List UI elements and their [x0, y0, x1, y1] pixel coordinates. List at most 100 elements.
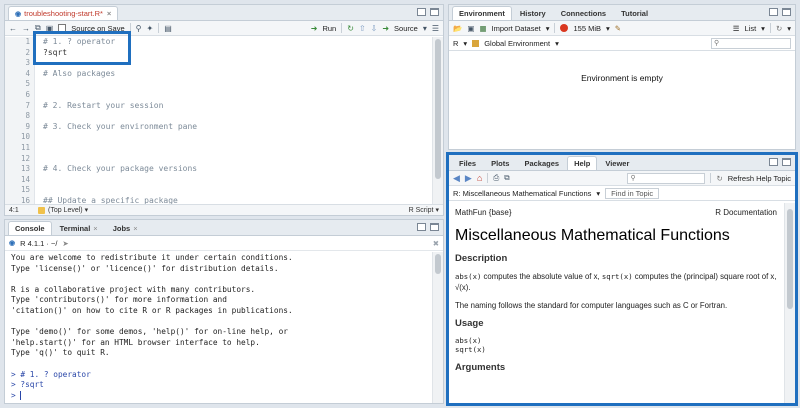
help-topic-selector[interactable]: R: Miscellaneous Mathematical Functions [453, 189, 591, 198]
code-line[interactable] [43, 90, 429, 101]
magic-wand-icon[interactable]: ✦ [147, 24, 154, 33]
close-icon[interactable]: × [93, 224, 97, 233]
chevron-down-icon[interactable]: ▾ [423, 24, 427, 33]
run-button[interactable]: Run [322, 24, 336, 33]
tab-source-file[interactable]: ◉ troubleshooting-start.R* × [8, 6, 119, 20]
code-line[interactable] [43, 143, 429, 154]
show-in-window-icon[interactable]: ⧉ [35, 23, 41, 33]
tab-history[interactable]: History [513, 6, 553, 20]
global-env-icon [472, 39, 480, 47]
env-search-input[interactable]: ⚲ [711, 37, 791, 49]
code-line[interactable] [43, 58, 429, 69]
chevron-down-icon[interactable]: ▾ [85, 206, 89, 214]
help-search-input[interactable]: ⚲ [627, 172, 706, 184]
code-line[interactable] [43, 132, 429, 143]
editor-scroll-thumb[interactable] [435, 39, 441, 179]
source-arrow-icon[interactable]: ➜ [382, 24, 389, 33]
forward-arrow-icon[interactable]: ▶ [465, 173, 472, 184]
code-line[interactable] [43, 154, 429, 165]
chevron-down-icon[interactable]: ▾ [463, 39, 467, 48]
source-on-save-checkbox[interactable] [58, 24, 67, 32]
import-dataset-button[interactable]: Import Dataset [492, 24, 541, 33]
refresh-help-topic-button[interactable]: Refresh Help Topic [728, 174, 791, 183]
toolbar-divider [341, 23, 343, 33]
code-editor[interactable]: # 1. ? operator ?sqrt # Also packages # 2. … [43, 37, 429, 207]
tab-terminal[interactable]: Terminal × [53, 221, 105, 235]
refresh-icon[interactable]: ↻ [716, 174, 722, 183]
code-line[interactable]: # 4. Check your package versions [43, 164, 429, 175]
minimize-button[interactable] [417, 223, 426, 231]
tab-packages[interactable]: Packages [517, 156, 566, 170]
maximize-button[interactable] [782, 8, 791, 16]
language-selector[interactable]: R [453, 39, 458, 48]
tab-console[interactable]: Console [8, 221, 52, 235]
go-to-directory-icon[interactable]: ➤ [62, 239, 68, 248]
code-line[interactable] [43, 111, 429, 122]
code-line[interactable]: # 3. Check your environment pane [43, 122, 429, 133]
help-scroll-thumb[interactable] [787, 209, 793, 309]
help-scrollbar[interactable] [784, 203, 795, 403]
chevron-down-icon[interactable]: ▾ [435, 206, 439, 214]
tab-plots[interactable]: Plots [484, 156, 516, 170]
forward-arrow-icon[interactable]: → [22, 24, 30, 33]
list-view-selector[interactable]: List [745, 24, 757, 33]
minimize-button[interactable] [769, 158, 778, 166]
tab-help[interactable]: Help [567, 156, 598, 170]
run-arrow-icon[interactable]: ➜ [311, 24, 318, 33]
minimize-button[interactable] [417, 8, 426, 16]
broom-icon[interactable]: ✎ [615, 24, 621, 33]
save-icon[interactable]: ▣ [467, 24, 474, 33]
find-in-topic-input[interactable]: Find in Topic [605, 187, 660, 199]
refresh-icon[interactable]: ↻ [776, 24, 782, 33]
notebook-icon[interactable]: ▤ [164, 24, 172, 33]
back-arrow-icon[interactable]: ◀ [453, 173, 460, 184]
file-type-selector[interactable]: R Script [409, 207, 434, 214]
show-in-window-icon[interactable]: ⧉ [504, 173, 509, 183]
chevron-down-icon[interactable]: ▾ [555, 39, 559, 48]
environment-selector[interactable]: Global Environment [484, 39, 550, 48]
console-scroll-thumb[interactable] [435, 254, 441, 274]
chevron-down-icon[interactable]: ▾ [761, 24, 765, 33]
code-line[interactable]: # 1. ? operator [43, 37, 429, 48]
chevron-down-icon[interactable]: ▾ [546, 24, 550, 33]
chevron-down-icon[interactable]: ▾ [606, 24, 610, 33]
print-icon[interactable]: ⎙ [493, 173, 499, 183]
back-arrow-icon[interactable]: ← [9, 24, 17, 33]
close-icon[interactable]: × [107, 9, 111, 18]
tab-connections[interactable]: Connections [554, 6, 613, 20]
tab-jobs[interactable]: Jobs × [106, 221, 145, 235]
code-line[interactable] [43, 79, 429, 90]
console-output[interactable]: You are welcome to redistribute it under… [11, 253, 431, 401]
chevron-down-icon[interactable]: ▾ [596, 189, 600, 198]
down-arrow-icon[interactable]: ⇩ [371, 24, 378, 33]
tab-viewer[interactable]: Viewer [598, 156, 636, 170]
maximize-button[interactable] [430, 8, 439, 16]
open-folder-icon[interactable]: 📂 [453, 24, 462, 33]
tab-environment[interactable]: Environment [452, 6, 512, 20]
editor-scrollbar[interactable] [432, 37, 443, 204]
code-line[interactable] [43, 185, 429, 196]
source-button[interactable]: Source [394, 24, 418, 33]
up-arrow-icon[interactable]: ⇧ [359, 24, 366, 33]
save-icon[interactable]: ▣ [46, 24, 54, 33]
console-output-line: Type 'demo()' for some demos, 'help()' f… [11, 327, 288, 337]
chevron-down-icon[interactable]: ▾ [787, 24, 791, 33]
clear-console-icon[interactable]: ✖ [433, 239, 439, 248]
code-line[interactable] [43, 175, 429, 186]
scope-selector[interactable]: (Top Level) [48, 207, 83, 214]
outline-icon[interactable]: ☰ [432, 24, 439, 33]
code-line[interactable]: # 2. Restart your session [43, 101, 429, 112]
home-icon[interactable]: ⌂ [477, 173, 482, 183]
tab-files[interactable]: Files [452, 156, 483, 170]
console-scrollbar[interactable] [432, 252, 443, 403]
tab-tutorial[interactable]: Tutorial [614, 6, 655, 20]
minimize-button[interactable] [769, 8, 778, 16]
rerun-icon[interactable]: ↻ [347, 24, 354, 33]
maximize-button[interactable] [430, 223, 439, 231]
maximize-button[interactable] [782, 158, 791, 166]
memory-usage[interactable]: 155 MiB [573, 24, 601, 33]
code-line[interactable]: # Also packages [43, 69, 429, 80]
search-icon[interactable]: ⚲ [136, 24, 142, 33]
close-icon[interactable]: × [133, 224, 137, 233]
code-line[interactable]: ?sqrt [43, 48, 429, 59]
